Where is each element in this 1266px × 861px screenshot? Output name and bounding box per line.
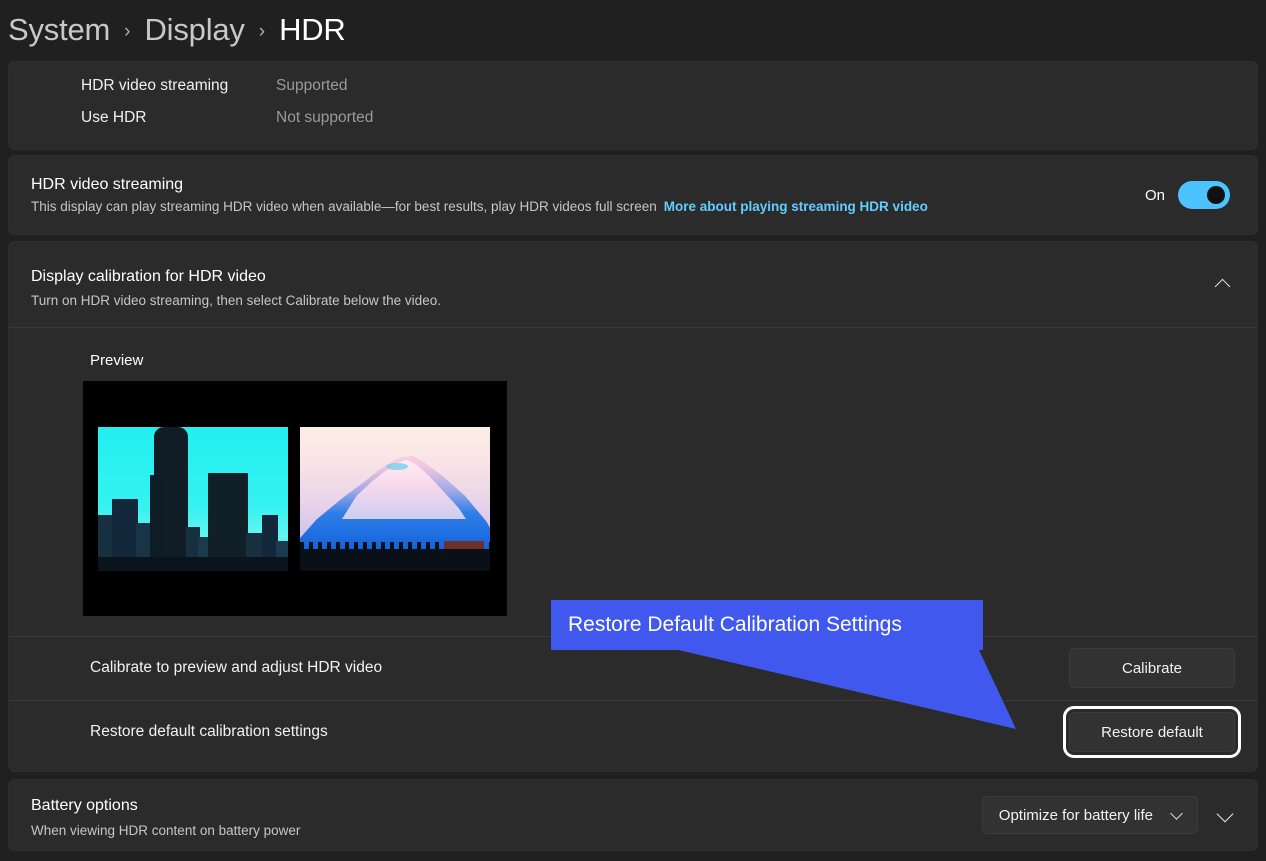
calibrate-button[interactable]: Calibrate <box>1069 648 1235 688</box>
hdr-streaming-description: This display can play streaming HDR vide… <box>31 199 928 214</box>
breadcrumb-item-system[interactable]: System <box>8 12 110 48</box>
hdr-video-streaming-card: HDR video streaming This display can pla… <box>8 155 1258 235</box>
battery-options-selected-value: Optimize for battery life <box>998 806 1153 824</box>
battery-options-expand-chevron-icon[interactable] <box>1215 804 1237 826</box>
annotation-label: Restore Default Calibration Settings <box>568 613 902 636</box>
battery-options-card: Battery options When viewing HDR content… <box>8 779 1258 851</box>
calibrate-row-label: Calibrate to preview and adjust HDR vide… <box>90 659 383 676</box>
battery-options-title: Battery options <box>31 797 138 814</box>
calibration-title: Display calibration for HDR video <box>31 268 266 285</box>
capability-label: Use HDR <box>81 109 147 126</box>
divider <box>9 327 1257 328</box>
chevron-down-icon <box>1171 809 1183 821</box>
capability-row-hdr-video-streaming: HDR video streaming Supported <box>81 75 348 97</box>
breadcrumb-item-hdr: HDR <box>279 12 346 47</box>
calibration-subtitle: Turn on HDR video streaming, then select… <box>31 293 441 308</box>
hdr-capabilities-card: HDR video streaming Supported Use HDR No… <box>8 61 1258 150</box>
hdr-streaming-title: HDR video streaming <box>31 176 184 193</box>
chevron-up-icon[interactable] <box>1215 275 1233 293</box>
preview-label: Preview <box>90 352 144 369</box>
capability-row-use-hdr: Use HDR Not supported <box>81 107 373 129</box>
calibration-header[interactable]: Display calibration for HDR video Turn o… <box>9 242 1257 327</box>
capability-value: Supported <box>276 77 348 94</box>
restore-default-row: Restore default calibration settings Res… <box>9 700 1257 764</box>
capability-label: HDR video streaming <box>81 77 229 94</box>
hdr-video-preview <box>83 381 507 616</box>
mount-rainier-thumbnail <box>300 427 490 571</box>
hdr-video-streaming-toggle[interactable] <box>1178 181 1230 209</box>
restore-default-button[interactable]: Restore default <box>1063 706 1241 758</box>
toggle-state-label: On <box>1144 186 1165 204</box>
breadcrumb-separator-icon: › <box>124 20 131 42</box>
seattle-skyline-thumbnail <box>98 427 288 571</box>
battery-options-dropdown[interactable]: Optimize for battery life <box>981 796 1198 834</box>
capability-value: Not supported <box>276 109 374 126</box>
breadcrumb-item-display[interactable]: Display <box>144 12 244 48</box>
breadcrumb: System › Display › HDR <box>8 4 346 56</box>
more-about-streaming-hdr-link[interactable]: More about playing streaming HDR video <box>664 199 928 214</box>
hdr-settings-page: System › Display › HDR HDR video streami… <box>0 0 1266 861</box>
battery-options-subtitle: When viewing HDR content on battery powe… <box>31 823 301 838</box>
breadcrumb-separator-icon: › <box>258 20 266 42</box>
toggle-knob <box>1207 186 1225 204</box>
display-calibration-card: Display calibration for HDR video Turn o… <box>8 241 1258 772</box>
restore-default-row-label: Restore default calibration settings <box>90 723 328 740</box>
hdr-streaming-description-text: This display can play streaming HDR vide… <box>31 199 657 214</box>
